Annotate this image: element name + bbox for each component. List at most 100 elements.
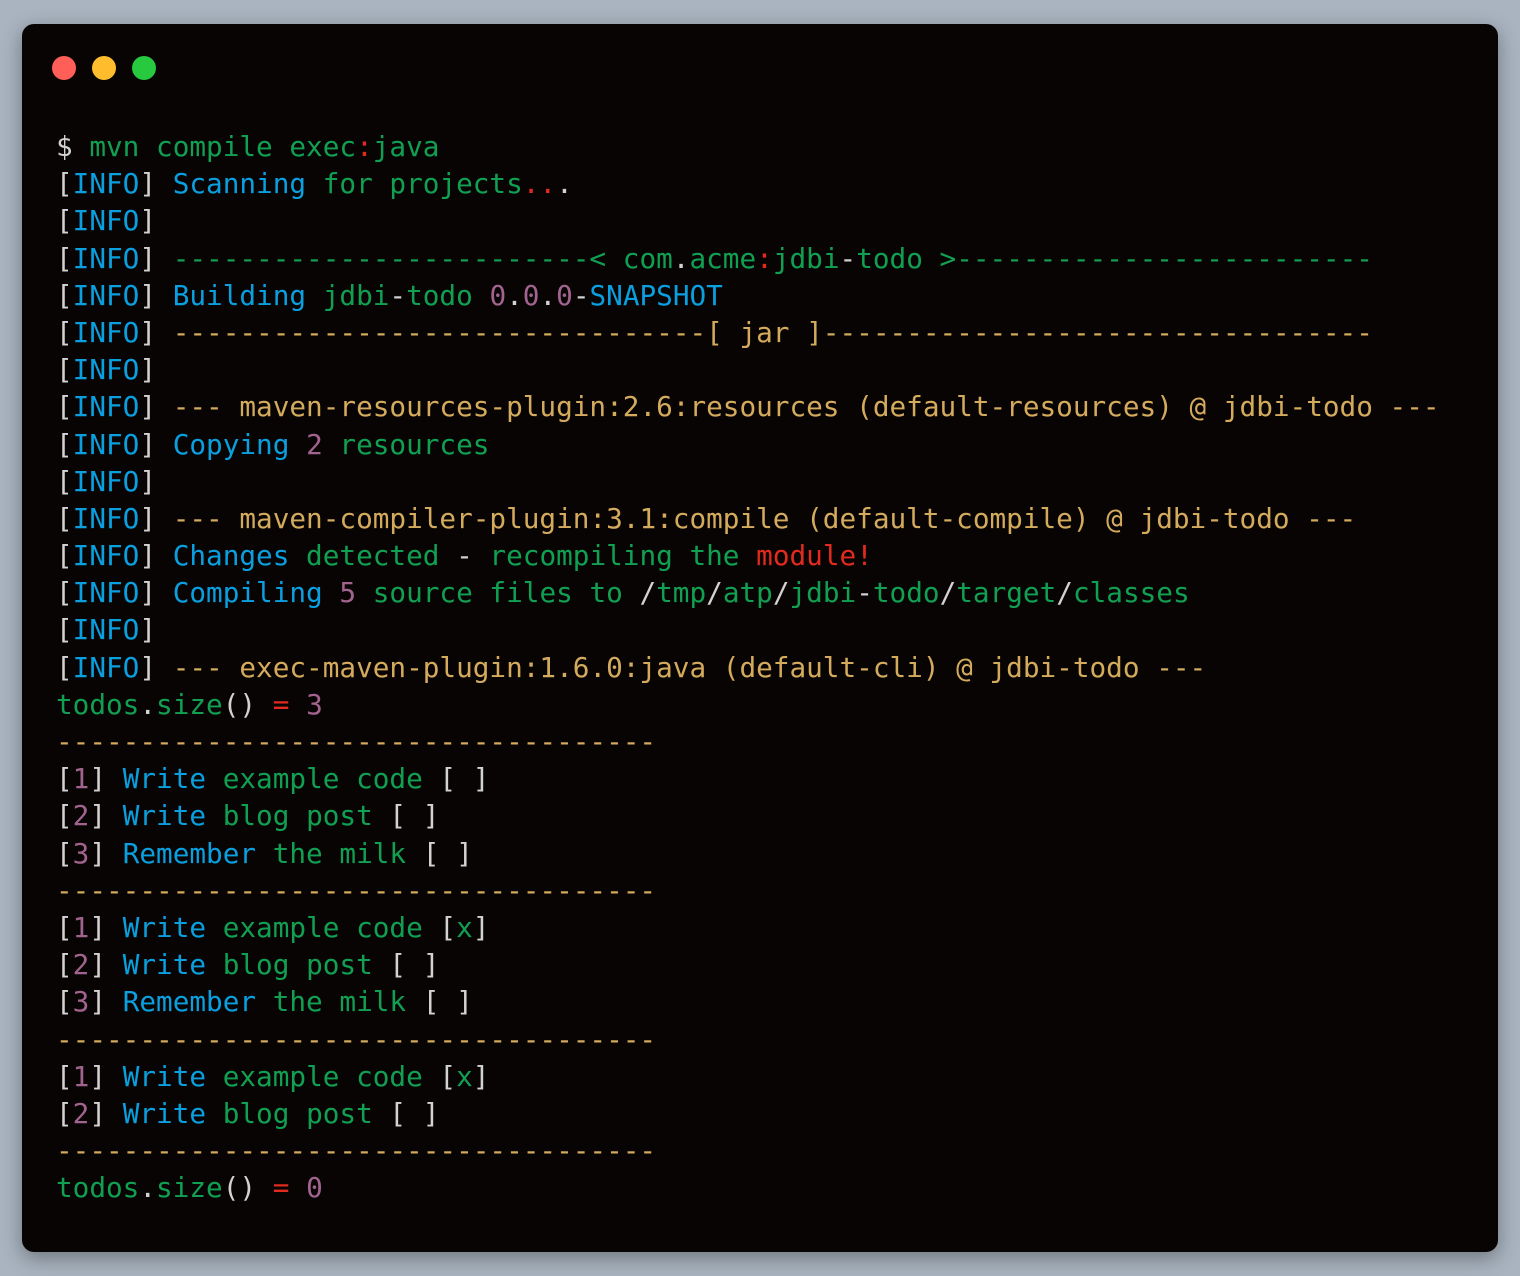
output-token: = xyxy=(272,687,290,721)
terminal-line: [INFO] xyxy=(56,463,1440,500)
output-token: 2 xyxy=(72,1096,90,1130)
output-token: ] xyxy=(472,910,490,944)
close-button[interactable] xyxy=(52,56,76,80)
output-token: INFO xyxy=(72,167,140,201)
output-token: [ ] xyxy=(422,985,473,1019)
output-token: ------------------------------------ xyxy=(56,725,657,758)
output-token: 5 xyxy=(339,576,357,610)
output-token: () xyxy=(222,687,273,721)
output-token: --- maven-resources-plugin:2.6:resources… xyxy=(172,390,1440,424)
output-token: 2 xyxy=(306,427,323,461)
output-token: () xyxy=(222,1171,273,1205)
terminal-line: [1] Write example code [ ] xyxy=(56,760,1440,797)
output-token: [ xyxy=(56,650,73,684)
output-token: [ xyxy=(439,1059,457,1093)
output-token: INFO xyxy=(72,353,140,387)
output-token: Write xyxy=(122,910,207,944)
output-token: jdbi xyxy=(789,576,857,610)
output-token: = xyxy=(272,1171,290,1205)
output-token: [ xyxy=(56,427,73,461)
terminal-output: $ mvn compile exec:java [INFO] Scanning f… xyxy=(56,128,1440,1206)
output-token: [ xyxy=(56,539,73,573)
output-token: [ xyxy=(56,762,73,796)
terminal-line: [1] Write example code [x] xyxy=(56,909,1440,946)
output-token: todo xyxy=(406,278,490,312)
output-token: [ ] xyxy=(439,762,490,796)
output-token: ] xyxy=(139,390,173,424)
output-token: Write xyxy=(122,799,207,833)
terminal-line: $ mvn compile exec:java xyxy=(56,128,1440,165)
output-token: / xyxy=(772,576,790,610)
output-token: Remember xyxy=(122,985,257,1019)
output-token: resources xyxy=(322,427,490,461)
output-token: classes xyxy=(1072,576,1190,610)
output-token: blog post xyxy=(206,948,390,982)
terminal-line: ------------------------------------ xyxy=(56,1021,1440,1058)
output-token: module! xyxy=(756,539,873,573)
output-token: ] xyxy=(89,762,123,796)
output-token: INFO xyxy=(72,390,140,424)
output-token: --- maven-compiler-plugin:3.1:compile (d… xyxy=(172,501,1357,535)
output-token: SNAPSHOT xyxy=(589,278,723,312)
output-token: [ xyxy=(56,390,73,424)
terminal-line: [INFO] Changes detected - recompiling th… xyxy=(56,537,1440,574)
output-token xyxy=(323,576,340,609)
output-token: atp xyxy=(722,576,773,610)
output-token: Write xyxy=(122,762,207,796)
output-token: 2 xyxy=(72,948,90,982)
terminal-line: [3] Remember the milk [ ] xyxy=(56,983,1440,1020)
output-token: Copying xyxy=(172,427,290,461)
output-token: -------------------------< com xyxy=(172,241,673,275)
output-token: x xyxy=(456,910,473,944)
terminal-line: todos.size() = 3 xyxy=(56,686,1440,723)
output-token: ] xyxy=(89,948,123,982)
maximize-button[interactable] xyxy=(132,56,156,80)
output-token: 0 xyxy=(522,278,540,312)
output-token: x xyxy=(456,1059,473,1093)
terminal-line: [INFO] xyxy=(56,202,1440,239)
output-token: 3 xyxy=(306,687,323,721)
output-token: acme xyxy=(689,241,757,275)
minimize-button[interactable] xyxy=(92,56,116,80)
output-token: - xyxy=(456,539,473,573)
terminal-line: [INFO] --- maven-resources-plugin:2.6:re… xyxy=(56,388,1440,425)
output-token: . xyxy=(672,241,690,275)
output-token: [ ] xyxy=(389,948,440,982)
output-token: INFO xyxy=(72,650,140,684)
output-token: INFO xyxy=(72,613,140,647)
output-token: [ xyxy=(56,985,73,1019)
output-token: [ xyxy=(439,910,457,944)
output-token: ] xyxy=(89,985,123,1019)
output-token: [ xyxy=(56,910,73,944)
output-token: blog post xyxy=(206,1096,390,1130)
output-token: the milk xyxy=(256,985,423,1019)
terminal-line: [INFO] xyxy=(56,611,1440,648)
output-token: Building xyxy=(172,278,307,312)
terminal-line: ------------------------------------ xyxy=(56,872,1440,909)
output-token: [ ] xyxy=(422,836,473,870)
output-token: 2 xyxy=(72,799,90,833)
output-token: . xyxy=(556,167,573,201)
output-token: 3 xyxy=(72,985,90,1019)
output-token: ] xyxy=(139,613,157,647)
output-token: todo xyxy=(872,576,940,610)
output-token: [ xyxy=(56,1059,73,1093)
output-token: ] xyxy=(139,501,173,535)
output-token: ] xyxy=(139,278,173,312)
output-token xyxy=(289,428,306,461)
output-token: [ xyxy=(56,948,73,982)
output-token: . xyxy=(539,278,557,312)
terminal-line: [INFO] xyxy=(56,351,1440,388)
output-token: INFO xyxy=(72,278,140,312)
output-token: / xyxy=(639,576,657,610)
output-token: [ xyxy=(56,576,73,610)
output-token: INFO xyxy=(72,315,140,349)
output-token: 1 xyxy=(72,762,90,796)
output-token: ] xyxy=(89,799,123,833)
output-token: size xyxy=(156,1171,223,1205)
terminal-line: [INFO] --- exec-maven-plugin:1.6.0:java … xyxy=(56,649,1440,686)
output-token: $ xyxy=(56,130,90,163)
output-token: [ xyxy=(56,836,73,870)
output-token: ] xyxy=(89,1096,123,1130)
terminal-window: $ mvn compile exec:java [INFO] Scanning f… xyxy=(22,24,1498,1252)
